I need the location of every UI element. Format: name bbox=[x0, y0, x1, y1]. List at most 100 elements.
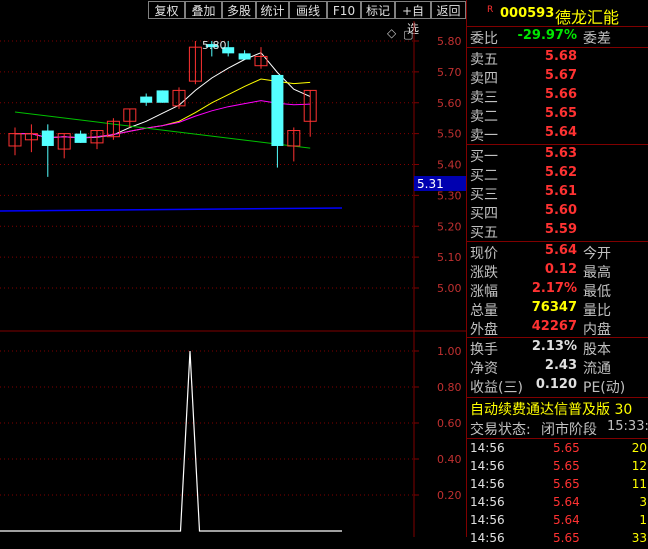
buy-level-1-label: 买一 bbox=[470, 149, 498, 165]
adjust-rights-button[interactable]: 复权 bbox=[148, 1, 185, 19]
tick-volume: 11 bbox=[631, 477, 647, 491]
price-tick-label: 5.60 bbox=[437, 97, 462, 110]
fundamental-row-value: 2.13% bbox=[531, 339, 577, 354]
stat-row: 涨跌 0.12 最高 bbox=[467, 262, 648, 281]
buy-level-5-value: 5.59 bbox=[544, 222, 577, 237]
indicator-panel bbox=[0, 350, 419, 532]
chart-grid bbox=[0, 21, 466, 537]
tick-price: 5.64 bbox=[553, 513, 580, 527]
trade-tick-row: 14:56 5.65 33 bbox=[467, 531, 648, 549]
order-diff-label: 委差 bbox=[583, 31, 611, 47]
multi-stock-button[interactable]: 多股 bbox=[222, 1, 256, 19]
indicator-tick-label: 0.20 bbox=[437, 489, 462, 502]
price-tick-label: 5.20 bbox=[437, 220, 462, 233]
sell-level-3: 卖三 5.66 bbox=[467, 87, 648, 106]
buy-level-4: 买四 5.60 bbox=[467, 203, 648, 222]
trade-tick-row: 14:56 5.65 12 bbox=[467, 459, 648, 477]
stat-row-label: 涨跌 bbox=[470, 265, 498, 281]
buy-level-1-value: 5.63 bbox=[544, 146, 577, 161]
buy-level-1: 买一 5.63 bbox=[467, 146, 648, 165]
buy-level-3-label: 买三 bbox=[470, 187, 498, 203]
candle-body bbox=[271, 74, 284, 146]
fundamental-row-label2: 流通 bbox=[583, 361, 611, 377]
add-watchlist-button[interactable]: +自选 bbox=[395, 1, 431, 36]
tick-price: 5.65 bbox=[553, 477, 580, 491]
stat-row: 现价 5.64 今开 bbox=[467, 243, 648, 262]
quote-panel: R 000593 德龙汇能 委比 -29.97% 委差 卖五 5.68 卖四 5.67… bbox=[466, 0, 648, 545]
fundamental-row-label2: 股本 bbox=[583, 342, 611, 358]
buy-level-2-label: 买二 bbox=[470, 168, 498, 184]
price-tick-label: 5.40 bbox=[437, 159, 462, 172]
buy-level-4-label: 买四 bbox=[470, 206, 498, 222]
sell-level-4-value: 5.67 bbox=[544, 68, 577, 83]
buy-level-2: 买二 5.62 bbox=[467, 165, 648, 184]
stock-header: R 000593 德龙汇能 bbox=[467, 4, 648, 26]
kline-chart[interactable]: 5.80 5.70 5.60 5.50 5.40 5.30 5.20 5.10 5.00 1.0… bbox=[0, 21, 466, 537]
buy-level-4-value: 5.60 bbox=[544, 203, 577, 218]
stat-row-label2: 内盘 bbox=[583, 322, 611, 338]
chart-toolbar: 复权 叠加 多股 统计 画线 F10 标记 +自选 返回 bbox=[0, 0, 466, 36]
current-price-tag: 5.31 bbox=[417, 177, 444, 191]
tick-time: 14:56 bbox=[470, 531, 505, 545]
stat-row: 涨幅 2.17% 最低 bbox=[467, 281, 648, 300]
tick-time: 14:56 bbox=[470, 441, 505, 455]
sell-level-3-label: 卖三 bbox=[470, 90, 498, 106]
tick-volume: 33 bbox=[631, 531, 647, 545]
indicator-tick-label: 0.40 bbox=[437, 453, 462, 466]
order-ratio-value: -29.97% bbox=[517, 28, 577, 43]
sell-level-3-value: 5.66 bbox=[544, 87, 577, 102]
tick-time: 14:56 bbox=[470, 477, 505, 491]
sell-level-2-value: 5.65 bbox=[544, 106, 577, 121]
stat-row-value: 76347 bbox=[531, 300, 577, 315]
sell-level-5: 卖五 5.68 bbox=[467, 49, 648, 68]
ma10-line bbox=[15, 78, 311, 139]
ma20-line bbox=[15, 100, 311, 139]
sell-level-4: 卖四 5.67 bbox=[467, 68, 648, 87]
sell-level-2: 卖二 5.65 bbox=[467, 106, 648, 125]
stock-name: 德龙汇能 bbox=[555, 8, 620, 26]
tick-price: 5.65 bbox=[553, 531, 580, 545]
candle-body bbox=[156, 90, 169, 103]
buy-level-3: 买三 5.61 bbox=[467, 184, 648, 203]
back-button[interactable]: 返回 bbox=[431, 1, 466, 19]
sell-level-2-label: 卖二 bbox=[470, 109, 498, 125]
ma60-line bbox=[14, 111, 311, 149]
subscription-banner[interactable]: 自动续费通达信普及版 30 bbox=[470, 399, 632, 418]
trade-status-value: 闭市阶段 bbox=[541, 422, 597, 438]
peak-price-label: 5.80 bbox=[202, 39, 227, 52]
overlay-button[interactable]: 叠加 bbox=[185, 1, 222, 19]
tick-volume: 20 bbox=[631, 441, 647, 455]
tick-time: 14:56 bbox=[470, 459, 505, 473]
price-tick-label: 5.30 bbox=[437, 189, 462, 202]
tick-price: 5.64 bbox=[553, 495, 580, 509]
buy-level-2-value: 5.62 bbox=[544, 165, 577, 180]
buy-level-5: 买五 5.59 bbox=[467, 222, 648, 241]
volume-average-line bbox=[0, 207, 343, 212]
price-tick-label: 5.70 bbox=[437, 66, 462, 79]
trade-tick-row: 14:56 5.65 11 bbox=[467, 477, 648, 495]
sell-level-1-value: 5.64 bbox=[544, 125, 577, 140]
f10-button[interactable]: F10 bbox=[327, 1, 361, 19]
sell-level-5-label: 卖五 bbox=[470, 52, 498, 68]
stat-row-label2: 最低 bbox=[583, 284, 611, 300]
banner-row[interactable]: 自动续费通达信普及版 30 bbox=[467, 399, 648, 418]
tick-volume: 3 bbox=[639, 495, 647, 509]
indicator-tick-label: 1.00 bbox=[437, 345, 462, 358]
expand-diamond-icon[interactable]: ◇ bbox=[387, 26, 397, 40]
fundamental-row: 净资 2.43 流通 bbox=[467, 358, 648, 377]
indicator-axis: 1.00 0.80 0.60 0.40 0.20 bbox=[437, 345, 462, 502]
panel-toggle-icon[interactable]: ▢ bbox=[403, 28, 413, 41]
statistics-button[interactable]: 统计 bbox=[256, 1, 289, 19]
stock-code: 000593 bbox=[500, 6, 555, 21]
tick-price: 5.65 bbox=[553, 459, 580, 473]
price-tick-label: 5.00 bbox=[437, 282, 462, 295]
sell-level-1-label: 卖一 bbox=[470, 128, 498, 144]
fundamental-row-label: 净资 bbox=[470, 361, 498, 377]
mark-button[interactable]: 标记 bbox=[361, 1, 395, 19]
buy-level-5-label: 买五 bbox=[470, 225, 498, 241]
fundamental-row-label: 换手 bbox=[470, 342, 498, 358]
draw-line-button[interactable]: 画线 bbox=[289, 1, 327, 19]
fundamental-row-value: 2.43 bbox=[544, 358, 577, 373]
stat-row-value: 2.17% bbox=[531, 281, 577, 296]
stat-row-label: 外盘 bbox=[470, 322, 498, 338]
